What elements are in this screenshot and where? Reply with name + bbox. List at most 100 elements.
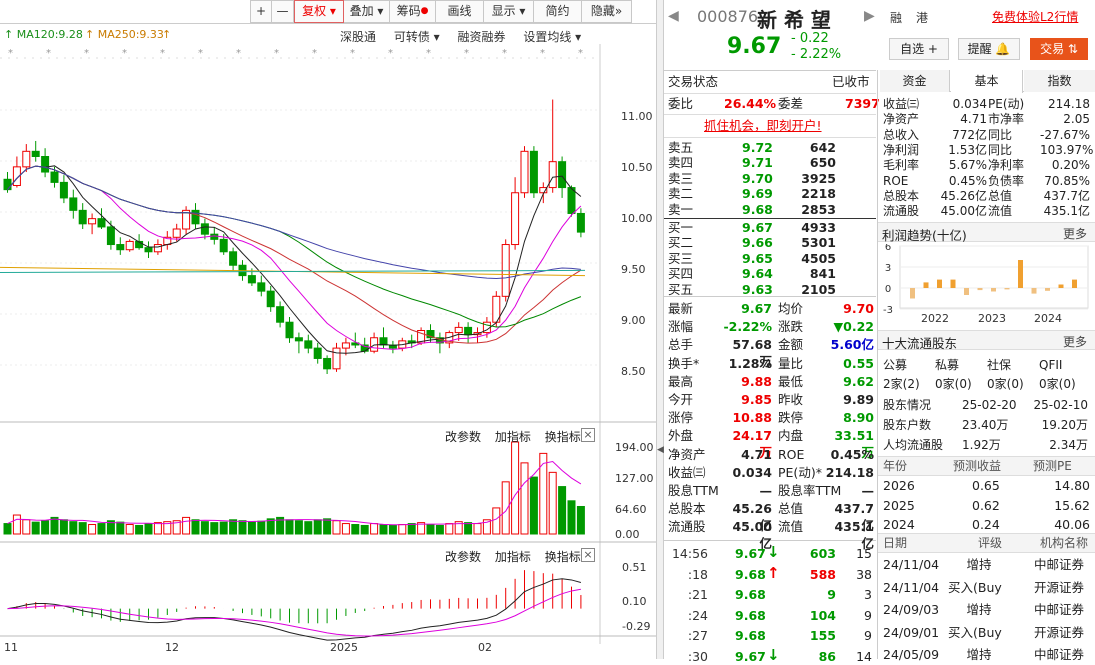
- holders-more-link[interactable]: 更多: [1063, 333, 1087, 350]
- volume-bar: [464, 522, 473, 535]
- kline-chart[interactable]: * * * * * * * * * * * * * * * *: [0, 44, 658, 659]
- tick-count: 9: [864, 628, 872, 643]
- quote-value: —: [759, 483, 773, 498]
- open-account-ad[interactable]: 抓住机会，即刻开户!: [704, 117, 822, 134]
- tab-basic[interactable]: 基本: [951, 70, 1023, 93]
- volume-panel-links: 改参数 加指标 换指标: [445, 428, 581, 445]
- link-margin[interactable]: 融资融券: [458, 30, 506, 44]
- dif-line: [7, 578, 582, 641]
- tab-index[interactable]: 指数: [1024, 70, 1095, 92]
- stock-code: 000876: [697, 7, 759, 26]
- profit-bar: [1031, 288, 1037, 294]
- profit-trend-chart: 6 3 0 -3 2022 2023 2024: [883, 244, 1089, 325]
- overlay-label: 叠加: [349, 4, 374, 18]
- remind-button[interactable]: 提醒 🔔: [958, 38, 1020, 60]
- quote-label-2: PE(动)*: [778, 464, 822, 480]
- candle-body: [78, 209, 87, 225]
- quote-label-2: ROE: [778, 446, 805, 462]
- simple-mode-button[interactable]: 简约: [534, 0, 582, 23]
- volume-bar: [398, 524, 407, 535]
- rating-grade: 买入(Buy: [948, 579, 1002, 595]
- rating-grade: 买入(Buy: [948, 624, 1002, 640]
- quote-label: 总股本: [668, 501, 706, 517]
- volume-bar: [492, 507, 501, 535]
- profit-year: 2024: [1034, 312, 1062, 325]
- draw-line-button[interactable]: 画线: [436, 0, 484, 23]
- tab-fund[interactable]: 资金: [880, 70, 950, 92]
- quote-label-2: 涨跌: [778, 319, 804, 335]
- volume-bar: [511, 441, 520, 535]
- price-change: - 0.22: [791, 31, 829, 46]
- edit-params-link-2[interactable]: 改参数: [445, 550, 481, 564]
- tick-volume: 104: [809, 607, 836, 623]
- holder-row-value: 1.92万: [962, 438, 1001, 452]
- candle-body: [191, 209, 200, 225]
- volume-bar: [50, 516, 59, 535]
- quote-value-2: —: [861, 483, 875, 498]
- zoom-in-button[interactable]: +: [250, 0, 272, 23]
- candle-body: [332, 347, 341, 370]
- collapse-arrow-icon[interactable]: ◀: [657, 445, 664, 455]
- ask-row-label: 卖一: [668, 201, 694, 217]
- link-hk-connect[interactable]: 深股通: [340, 30, 376, 44]
- volume-bar: [69, 521, 78, 535]
- volume-bar: [229, 519, 238, 535]
- candle-body: [97, 218, 106, 228]
- price-tick: 8.50: [621, 365, 646, 378]
- price-tick: 10.50: [621, 161, 653, 174]
- tick-price: 9.67: [735, 546, 766, 561]
- profit-more-link[interactable]: 更多: [1063, 225, 1087, 242]
- tick-price: 9.68: [735, 587, 766, 602]
- volume-bar: [97, 523, 106, 535]
- zoom-out-button[interactable]: —: [272, 0, 294, 23]
- volume-bar: [341, 523, 350, 535]
- quote-value: 9.88: [741, 373, 772, 389]
- display-dropdown[interactable]: 显示 ▾: [484, 0, 534, 23]
- add-watchlist-button[interactable]: 自选 +: [889, 38, 949, 60]
- tick-volume: 155: [809, 628, 836, 643]
- profit-bar: [1058, 284, 1064, 288]
- next-stock-icon[interactable]: ▶: [864, 8, 875, 24]
- overlay-dropdown[interactable]: 叠加 ▾: [344, 0, 390, 23]
- tick-volume: 603: [809, 546, 836, 561]
- candle-body: [88, 218, 97, 225]
- candle-body: [116, 244, 125, 251]
- chips-button[interactable]: 筹码●: [390, 0, 436, 23]
- link-convertible[interactable]: 可转债 ▾: [394, 30, 440, 44]
- candle-body: [22, 150, 31, 168]
- volume-bar: [332, 520, 341, 535]
- add-indicator-link-2[interactable]: 加指标: [495, 550, 531, 564]
- forecast-col: 预测收益: [953, 459, 1002, 473]
- close-volume-panel-button[interactable]: ×: [581, 428, 595, 442]
- prev-stock-icon[interactable]: ◀: [668, 8, 679, 24]
- candle-body: [285, 321, 294, 339]
- rating-institution: 中邮证券: [1034, 647, 1085, 662]
- close-macd-panel-button[interactable]: ×: [581, 548, 595, 562]
- holder-row-value-2: 25-02-10: [1033, 398, 1088, 412]
- event-marker: *: [8, 48, 13, 59]
- switch-indicator-link-2[interactable]: 换指标: [545, 550, 581, 564]
- tick-volume: 588: [809, 566, 836, 582]
- price-tick: 9.50: [621, 263, 646, 276]
- last-price: 9.67: [727, 34, 782, 59]
- event-marker: *: [46, 48, 51, 59]
- volume-bar: [219, 521, 228, 535]
- switch-indicator-link[interactable]: 换指标: [545, 430, 581, 444]
- add-indicator-link[interactable]: 加指标: [495, 430, 531, 444]
- volume-bar: [313, 519, 322, 535]
- candle-body: [153, 244, 162, 253]
- volume-bar: [88, 524, 97, 535]
- trade-button[interactable]: 交易 ⇅: [1030, 38, 1088, 60]
- volume-bar: [285, 519, 294, 535]
- edit-params-link[interactable]: 改参数: [445, 430, 481, 444]
- hide-button[interactable]: 隐藏»: [582, 0, 632, 23]
- candle-body: [341, 342, 350, 349]
- candle-body: [558, 161, 567, 189]
- volume-bar: [304, 521, 313, 535]
- link-ma-settings[interactable]: 设置均线 ▾: [523, 30, 581, 44]
- free-l2-link[interactable]: 免费体验L2行情: [992, 8, 1078, 25]
- restore-rights-dropdown[interactable]: 复权 ▾: [294, 0, 344, 23]
- panel-splitter[interactable]: [656, 0, 664, 659]
- rating-date: 24/09/01: [883, 624, 940, 640]
- quote-label: 涨幅: [668, 319, 694, 335]
